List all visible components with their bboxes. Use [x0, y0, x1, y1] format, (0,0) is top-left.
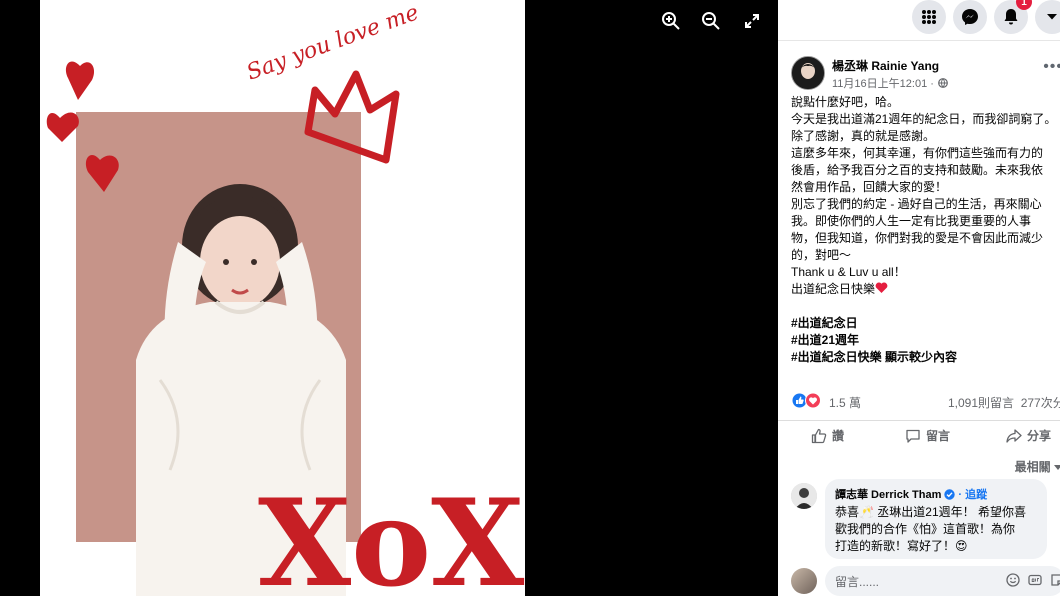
hashtag-line: #出道紀念日快樂 顯示較少內容 — [791, 349, 1060, 366]
comment-composer: 留言...... — [791, 566, 1060, 596]
author-name[interactable]: 楊丞琳 Rainie Yang — [832, 57, 939, 74]
post-photo[interactable]: Say you love me XoXo — [40, 0, 525, 596]
composer-tools — [1006, 573, 1060, 587]
comment-button[interactable]: 留言 — [905, 427, 950, 444]
thumbs-up-icon — [811, 428, 827, 443]
post-line: 這麼多年來，何其幸運，有你們這些強而有力的 — [791, 146, 1044, 160]
post-text: 說點什麼好吧，哈。 今天是我出道滿21週年的紀念日，而我卻詞窮了。 除了感謝，真… — [791, 94, 1060, 366]
sticker-icon[interactable] — [1050, 573, 1060, 587]
top-navigation: 1 — [778, 0, 1060, 41]
share-count[interactable]: 277次分享 — [1021, 396, 1060, 410]
like-label: 讚 — [832, 429, 845, 443]
follow-link[interactable]: · 追蹤 — [958, 486, 987, 502]
comments-shares-count: 1,091則留言 277次分享 — [948, 394, 1060, 411]
post-line: 然會用作品，回饋大家的愛！ — [791, 180, 948, 194]
current-user-avatar — [791, 568, 817, 594]
post-line: 今天是我出道滿21週年的紀念日，而我卻詞窮了。 — [791, 112, 1057, 126]
grid-menu-icon[interactable] — [912, 0, 946, 34]
gif-icon[interactable] — [1028, 573, 1042, 587]
commenter-name-row: 譚志華 Derrick Tham · 追蹤 — [835, 486, 1037, 502]
portrait-eye-right — [251, 259, 257, 265]
post-line: 後盾，給予我百分之百的支持和鼓勵。未來我依 — [791, 163, 1044, 177]
comment-item: 譚志華 Derrick Tham · 追蹤 恭喜🥂 丞琳出道21週年！ 希望你喜… — [791, 479, 1060, 561]
post-action-bar: 讚 留言 分享 — [778, 420, 1060, 451]
comment-line: 歡我們的合作《怕》這首歌！為你 — [835, 522, 1016, 536]
emoji-icon[interactable] — [1006, 573, 1020, 587]
like-button[interactable]: 讚 — [811, 427, 844, 444]
heart-doodle-1 — [65, 61, 95, 100]
post-timestamp[interactable]: 11月16日上午12:01 · — [832, 75, 934, 91]
post-line: 除了感謝，真的就是感謝。 — [791, 129, 936, 143]
comment-text: 恭喜🥂 丞琳出道21週年！ 希望你喜 歡我們的合作《怕》這首歌！為你 打造的新歌… — [835, 504, 1037, 555]
reaction-summary: 1.5 萬 1,091則留言 277次分享 — [791, 391, 1060, 411]
post-line: 說點什麼好吧，哈。 — [791, 95, 900, 109]
post-line: 別忘了我們的約定 - 過好自己的生活，再來關心 — [791, 197, 1042, 211]
post-line: 的，對吧～ — [791, 248, 852, 262]
post-side-panel: 1 楊丞琳 Rainie Yang 11月16日上午12:01 · ••• 說點… — [778, 0, 1060, 596]
see-less-link[interactable]: 顯示較少內容 — [885, 350, 957, 364]
zoom-out-icon[interactable] — [698, 8, 724, 34]
verified-badge-icon — [944, 488, 956, 500]
comment-bubble: 譚志華 Derrick Tham · 追蹤 恭喜🥂 丞琳出道21週年！ 希望你喜… — [825, 479, 1047, 559]
comment-sort-dropdown[interactable]: 最相關 — [1015, 458, 1060, 475]
messenger-icon[interactable] — [953, 0, 987, 34]
red-heart-icon — [875, 282, 888, 293]
post-meta: 11月16日上午12:01 · — [832, 75, 948, 91]
zoom-in-icon[interactable] — [658, 8, 684, 34]
share-label: 分享 — [1027, 429, 1052, 443]
post-line: 出道紀念日快樂 — [791, 282, 876, 296]
notification-badge: 1 — [1016, 0, 1032, 10]
share-button[interactable]: 分享 — [1006, 427, 1051, 444]
comment-line: 恭喜🥂 丞琳出道21週年！ 希望你喜 — [835, 505, 1026, 519]
share-arrow-icon — [1006, 428, 1022, 443]
photo-artwork: Say you love me XoXo — [46, 0, 525, 596]
comment-input-placeholder: 留言...... — [835, 574, 880, 589]
hashtag-link[interactable]: #出道紀念日 — [791, 315, 1060, 332]
comment-icon — [906, 429, 920, 443]
caret-down-icon — [1054, 465, 1060, 470]
post-line: Thank u & Luv u all！ — [791, 265, 906, 279]
comment-count[interactable]: 1,091則留言 — [948, 396, 1014, 410]
post-header: 楊丞琳 Rainie Yang 11月16日上午12:01 · ••• — [791, 54, 1060, 94]
more-dots-icon[interactable]: ••• — [1043, 58, 1060, 76]
sort-label: 最相關 — [1014, 460, 1051, 474]
portrait-eye-left — [223, 259, 229, 265]
xoxo-text: XoXo — [258, 473, 525, 596]
post-line: 物，但我知道，你們對我的愛是不會因此而減少 — [791, 231, 1044, 245]
like-love-reactions-icon[interactable] — [791, 392, 823, 409]
fullscreen-icon[interactable] — [739, 8, 765, 34]
author-avatar[interactable] — [791, 56, 825, 90]
photo-script-text: Say you love me — [244, 0, 423, 85]
post-line: 我。即使你們的人生一定有比我更重要的人事 — [791, 214, 1032, 228]
heart-doodle-2 — [46, 112, 79, 142]
bell-icon[interactable]: 1 — [994, 0, 1032, 34]
chevron-down-icon[interactable] — [1035, 0, 1060, 34]
comment-label: 留言 — [926, 429, 951, 443]
post-line-heart: 出道紀念日快樂 — [791, 281, 1060, 298]
hashtag-link[interactable]: #出道21週年 — [791, 332, 1060, 349]
commenter-name[interactable]: 譚志華 Derrick Tham — [835, 486, 941, 502]
hashtag-link[interactable]: #出道紀念日快樂 — [791, 350, 882, 364]
commenter-avatar[interactable] — [791, 483, 817, 509]
photo-viewer: Say you love me XoXo — [0, 0, 778, 596]
reaction-count[interactable]: 1.5 萬 — [829, 394, 861, 411]
comment-line: 打造的新歌！寫好了！😍 — [835, 539, 968, 553]
globe-icon — [938, 78, 948, 88]
